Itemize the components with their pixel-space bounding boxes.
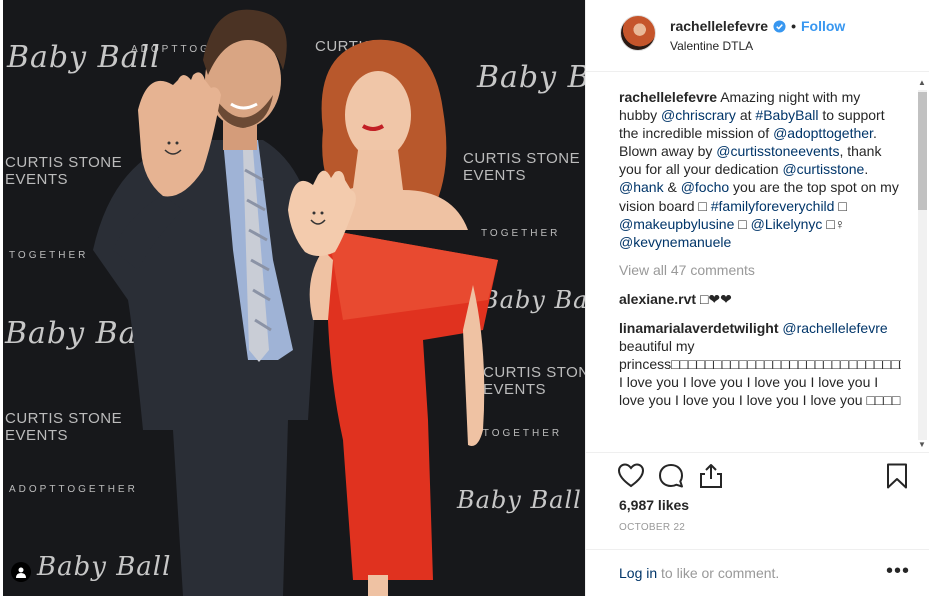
caption-text: □ bbox=[834, 197, 847, 214]
view-all-comments-button[interactable]: View all 47 comments bbox=[619, 261, 901, 279]
username-link[interactable]: rachellelefevre bbox=[670, 18, 768, 34]
mention-link[interactable]: @hank bbox=[619, 179, 664, 195]
woman-figure bbox=[288, 39, 498, 596]
verified-badge-icon bbox=[773, 19, 786, 33]
mention-link[interactable]: @adopttogether bbox=[773, 125, 873, 141]
avatar[interactable] bbox=[620, 15, 656, 51]
user-tag-icon[interactable] bbox=[11, 562, 31, 582]
post-details-panel: rachellelefevre • Follow Valentine DTLA … bbox=[585, 0, 929, 596]
post-date: OCTOBER 22 bbox=[619, 522, 686, 533]
comment-text: □❤❤ bbox=[696, 290, 732, 307]
location-link[interactable]: Valentine DTLA bbox=[670, 39, 753, 53]
login-link[interactable]: Log in bbox=[619, 565, 657, 581]
scroll-down-arrow-icon[interactable]: ▼ bbox=[918, 440, 926, 449]
comments-list[interactable]: rachellelefevre Amazing night with my hu… bbox=[619, 88, 901, 450]
likes-count[interactable]: 6,987 likes bbox=[619, 497, 689, 513]
username-row: rachellelefevre • Follow bbox=[670, 18, 845, 34]
follow-button[interactable]: Follow bbox=[801, 18, 845, 34]
mention-link[interactable]: @curtisstone bbox=[782, 161, 864, 177]
caption-text: □ bbox=[734, 215, 751, 232]
scroll-thumb[interactable] bbox=[918, 92, 927, 210]
post-photo[interactable]: Baby Ball ADOPTTOGETHER CURTIS Baby Ball… bbox=[3, 0, 585, 596]
more-options-icon[interactable]: ••• bbox=[886, 560, 910, 583]
hashtag-link[interactable]: #BabyBall bbox=[755, 107, 818, 123]
bookmark-icon[interactable] bbox=[883, 462, 911, 490]
mention-link[interactable]: @kevynemanuele bbox=[619, 234, 731, 250]
comment-item: alexiane.rvt □❤❤ bbox=[619, 290, 901, 308]
comments-scrollbar[interactable]: ▲ ▼ bbox=[916, 78, 927, 452]
caption-text: □♀ bbox=[822, 215, 846, 232]
mention-link[interactable]: @rachellelefevre bbox=[782, 320, 887, 336]
caption-text: & bbox=[663, 179, 681, 196]
caption-username[interactable]: rachellelefevre bbox=[619, 89, 717, 105]
heart-icon[interactable] bbox=[617, 462, 645, 490]
mention-link[interactable]: @curtisstoneevents bbox=[716, 143, 839, 159]
mention-link[interactable]: @focho bbox=[681, 179, 729, 195]
comment-item: linamarialaverdetwilight @rachellelefevr… bbox=[619, 319, 901, 409]
share-icon[interactable] bbox=[697, 462, 725, 490]
post-actions: 6,987 likes OCTOBER 22 Log in to like or… bbox=[586, 452, 929, 596]
login-prompt-text: to like or comment. bbox=[657, 565, 780, 581]
comment-icon[interactable] bbox=[657, 462, 685, 490]
hashtag-link[interactable]: #familyforeverychild bbox=[711, 198, 835, 214]
comment-username[interactable]: linamarialaverdetwilight bbox=[619, 320, 779, 336]
caption-text: . bbox=[864, 161, 869, 178]
comment-text: beautiful my princess□□□□□□□□□□□□□□□□□□□… bbox=[619, 338, 901, 409]
login-prompt: Log in to like or comment. ••• bbox=[586, 549, 929, 597]
mention-link[interactable]: @chriscrary bbox=[661, 107, 736, 123]
mention-link[interactable]: @Likelynyc bbox=[751, 216, 823, 232]
separator-dot: • bbox=[791, 18, 796, 34]
caption-text: at bbox=[735, 107, 756, 124]
post-header: rachellelefevre • Follow Valentine DTLA bbox=[586, 0, 929, 72]
scroll-up-arrow-icon[interactable]: ▲ bbox=[918, 78, 926, 87]
comment-username[interactable]: alexiane.rvt bbox=[619, 291, 696, 307]
caption: rachellelefevre Amazing night with my hu… bbox=[619, 88, 901, 251]
mention-link[interactable]: @makeupbylusine bbox=[619, 216, 734, 232]
